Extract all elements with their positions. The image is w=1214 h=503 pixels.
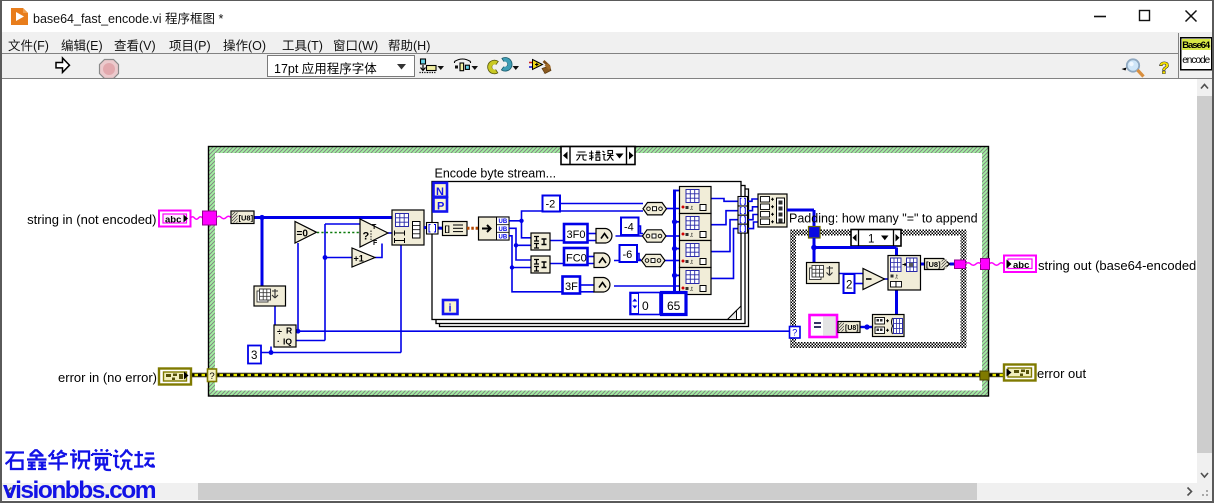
svg-text:string out (base64-encoded: string out (base64-encoded (1038, 258, 1196, 273)
svg-text:3: 3 (251, 350, 257, 362)
svg-text:N: N (436, 186, 444, 198)
svg-text:error in (no error): error in (no error) (58, 370, 157, 385)
svg-text:.t: .t (895, 275, 899, 281)
svg-text:?: ? (363, 231, 370, 243)
svg-text:·: · (277, 336, 280, 346)
svg-text:UB: UB (499, 227, 508, 233)
svg-text:2: 2 (846, 280, 852, 292)
svg-text:3F: 3F (565, 281, 578, 293)
svg-text:P: P (437, 201, 444, 213)
svg-text:Padding: how many "=" to appen: Padding: how many "=" to append (789, 212, 978, 226)
svg-text:?: ? (209, 371, 214, 382)
svg-text:R: R (286, 326, 292, 336)
svg-text:T: T (372, 224, 377, 231)
svg-text:UB: UB (499, 234, 508, 240)
svg-text:0: 0 (642, 299, 649, 313)
svg-text:IQ: IQ (283, 337, 292, 347)
svg-text:.t: .t (690, 206, 694, 212)
svg-text:[U8]: [U8] (239, 214, 254, 223)
svg-text:1: 1 (868, 234, 874, 246)
svg-text:Encode byte stream...: Encode byte stream... (435, 167, 557, 181)
svg-text:65: 65 (667, 299, 681, 313)
svg-text:-6: -6 (623, 249, 633, 261)
svg-text:string in (not encoded): string in (not encoded) (27, 212, 156, 227)
svg-text:F: F (373, 240, 378, 247)
svg-text:=0: =0 (297, 229, 309, 240)
svg-text:[]: [] (445, 225, 451, 234)
svg-text:-2: -2 (546, 199, 556, 211)
svg-text:3F0: 3F0 (567, 229, 586, 241)
svg-text:FC0: FC0 (566, 253, 587, 265)
svg-text:[U8]: [U8] (845, 325, 859, 332)
svg-text:i: i (449, 303, 452, 315)
svg-text:abc: abc (165, 215, 181, 226)
svg-text:UB: UB (499, 219, 508, 225)
svg-text:error out: error out (1037, 366, 1087, 381)
svg-text:?: ? (792, 328, 797, 338)
svg-text:+1: +1 (354, 254, 364, 264)
svg-text:[U8]: [U8] (926, 260, 941, 269)
svg-text:abc: abc (1013, 260, 1029, 271)
svg-text:-4: -4 (624, 222, 634, 234)
